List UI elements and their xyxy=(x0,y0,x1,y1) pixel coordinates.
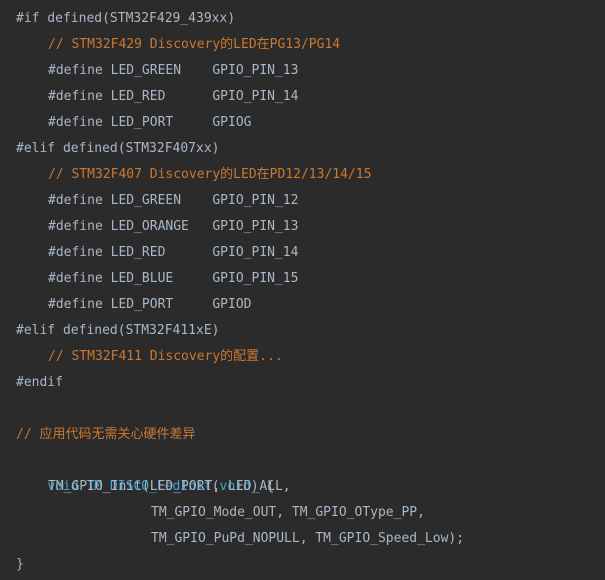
code-line: TM_GPIO_Mode_OUT, TM_GPIO_OType_PP, xyxy=(151,505,425,520)
code-line: #define LED_PORT GPIOG xyxy=(48,115,252,130)
code-line: #elif defined(STM32F411xE) xyxy=(16,323,220,338)
code-line: TM_GPIO_Init(LED_PORT, LED_ALL, xyxy=(48,479,291,494)
code-comment-line: // 应用代码无需关心硬件差异 xyxy=(16,427,196,442)
code-function-signature-line: void TM_DISCO_LedInit(void) { xyxy=(16,448,274,494)
code-line: #endif xyxy=(16,375,63,390)
code-line: #define LED_BLUE GPIO_PIN_15 xyxy=(48,271,299,286)
code-line: #if defined(STM32F429_439xx) xyxy=(16,11,236,26)
code-line: #define LED_GREEN GPIO_PIN_12 xyxy=(48,193,299,208)
code-line: #define LED_GREEN GPIO_PIN_13 xyxy=(48,63,299,78)
code-comment-line: // STM32F429 Discovery的LED在PG13/PG14 xyxy=(48,37,341,52)
code-comment-line: // STM32F407 Discovery的LED在PD12/13/14/15 xyxy=(48,167,372,182)
code-line: #elif defined(STM32F407xx) xyxy=(16,141,220,156)
code-editor: #if defined(STM32F429_439xx) // STM32F42… xyxy=(0,0,605,580)
code-line: #define LED_PORT GPIOD xyxy=(48,297,252,312)
code-line: #define LED_ORANGE GPIO_PIN_13 xyxy=(48,219,299,234)
code-line: } xyxy=(16,557,24,572)
code-line: #define LED_RED GPIO_PIN_14 xyxy=(48,89,299,104)
code-line: TM_GPIO_PuPd_NOPULL, TM_GPIO_Speed_Low); xyxy=(151,531,465,546)
code-comment-line: // STM32F411 Discovery的配置... xyxy=(48,349,283,364)
code-line: #define LED_RED GPIO_PIN_14 xyxy=(48,245,299,260)
